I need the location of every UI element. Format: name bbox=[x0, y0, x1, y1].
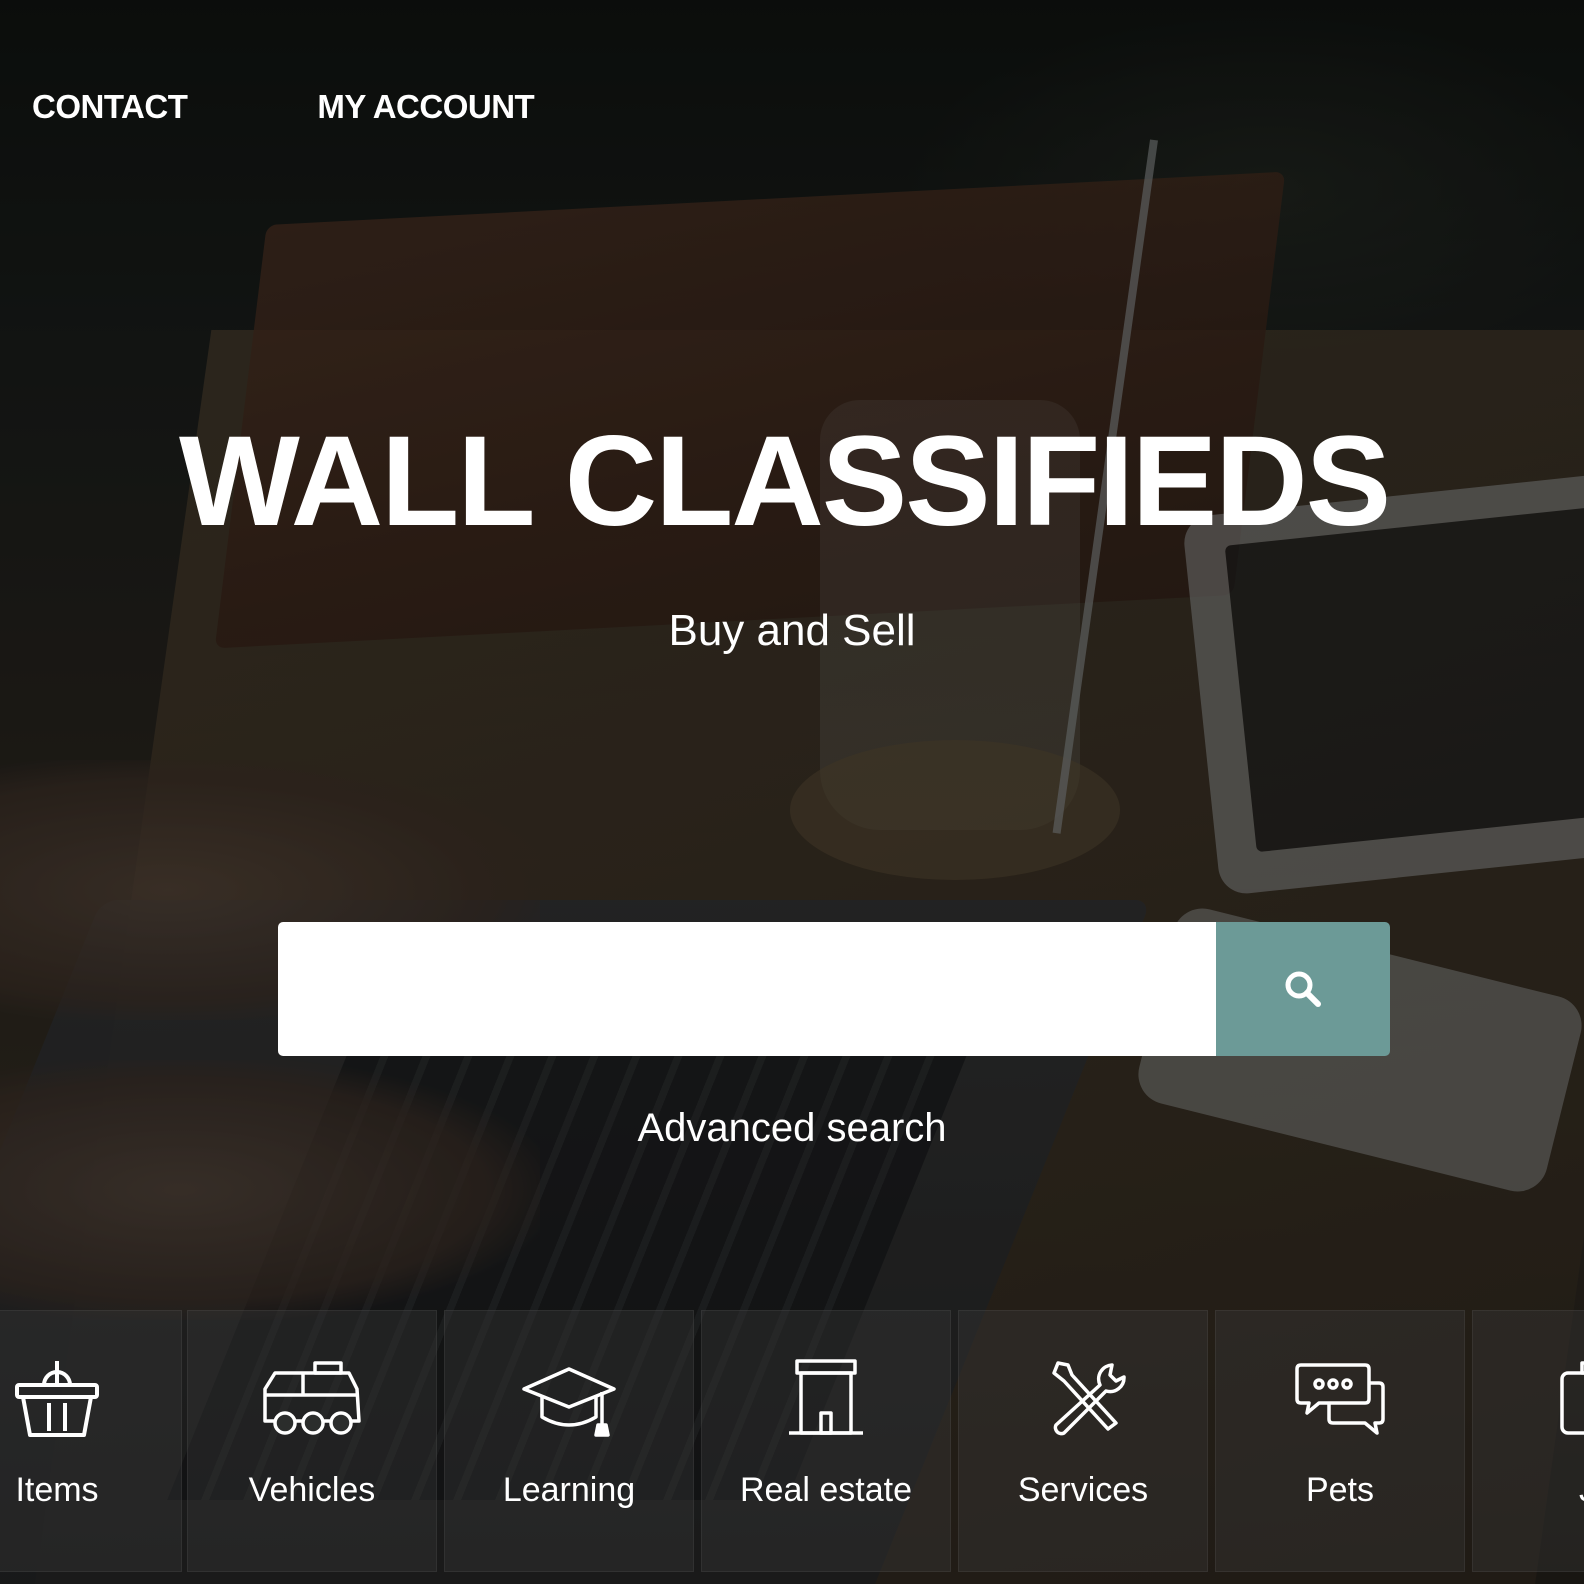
category-learning[interactable]: Learning bbox=[444, 1310, 694, 1572]
graduation-cap-icon bbox=[514, 1359, 624, 1439]
car-icon bbox=[257, 1359, 367, 1439]
search-input[interactable] bbox=[278, 922, 1216, 1056]
chat-bubbles-icon bbox=[1285, 1359, 1395, 1439]
category-items[interactable]: Items bbox=[0, 1310, 182, 1572]
nav-contact-link[interactable]: CONTACT bbox=[32, 88, 188, 126]
site-title: WALL CLASSIFIEDS bbox=[178, 410, 1391, 553]
category-label: Vehicles bbox=[248, 1471, 376, 1509]
category-services[interactable]: Services bbox=[958, 1310, 1208, 1572]
search-icon bbox=[1285, 971, 1321, 1007]
search-form bbox=[278, 922, 1390, 1056]
category-label: Services bbox=[1017, 1471, 1149, 1509]
nav-my-account-link[interactable]: MY ACCOUNT bbox=[317, 88, 534, 126]
tools-icon bbox=[1028, 1359, 1138, 1439]
category-label: Pets bbox=[1305, 1471, 1375, 1509]
advanced-search-link[interactable]: Advanced search bbox=[0, 1106, 1584, 1151]
category-label: Real estate bbox=[740, 1471, 912, 1509]
category-bar: Items Vehicles Learning Real estate Serv… bbox=[0, 1310, 1584, 1572]
category-pets[interactable]: Pets bbox=[1215, 1310, 1465, 1572]
search-button[interactable] bbox=[1216, 922, 1390, 1056]
basket-icon bbox=[2, 1359, 112, 1439]
building-icon bbox=[771, 1359, 881, 1439]
briefcase-icon bbox=[1542, 1359, 1584, 1439]
site-tagline: Buy and Sell bbox=[668, 606, 916, 655]
top-navigation: CONTACT MY ACCOUNT bbox=[32, 88, 535, 126]
category-real-estate[interactable]: Real estate bbox=[701, 1310, 951, 1572]
category-label: Je bbox=[1453, 1471, 1584, 1510]
category-label: Learning bbox=[502, 1471, 636, 1509]
category-jobs[interactable]: Je bbox=[1472, 1310, 1584, 1572]
category-vehicles[interactable]: Vehicles bbox=[187, 1310, 437, 1572]
